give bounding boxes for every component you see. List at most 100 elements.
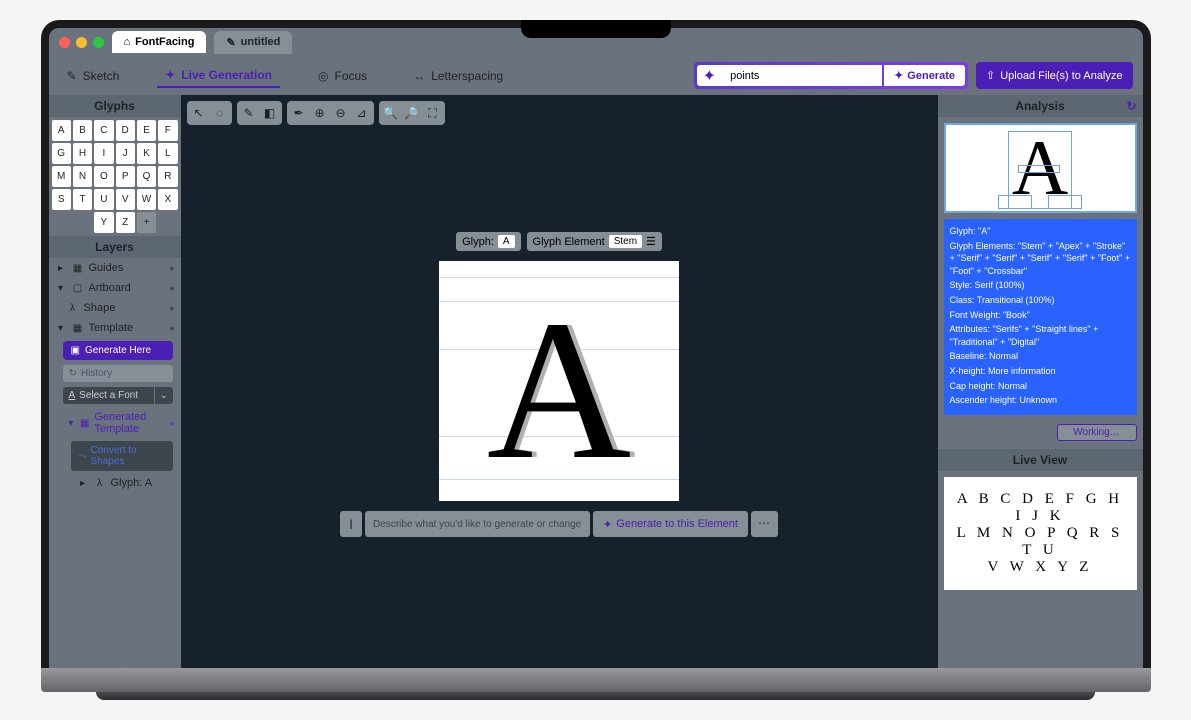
glyph-cell-e[interactable]: E <box>137 120 156 141</box>
layer-glyph-a[interactable]: ▸ λ Glyph: A <box>49 473 181 493</box>
chevron-down-icon: ▾ <box>55 283 67 294</box>
font-select-dropdown[interactable]: ⌄ <box>155 387 173 404</box>
visibility-icon[interactable]: ● <box>169 303 174 313</box>
layers-panel-header: Layers <box>49 236 181 258</box>
tool-eraser[interactable]: ◧ <box>260 103 280 123</box>
generate-input[interactable] <box>722 66 882 86</box>
generate-here-button[interactable]: ▣ Generate Here <box>63 341 173 360</box>
mode-letterspacing[interactable]: ↔ Letterspacing <box>405 65 511 87</box>
layer-generated-template[interactable]: ▾ ▦ Generated Template ● <box>49 407 181 439</box>
shape-icon: λ <box>67 303 79 314</box>
tab-document[interactable]: ✎ untitled <box>214 31 292 54</box>
glyph-cell-n[interactable]: N <box>73 166 92 187</box>
upload-button[interactable]: ⇧ Upload File(s) to Analyze <box>976 62 1133 89</box>
artboard-icon: ▢ <box>72 283 84 294</box>
visibility-icon[interactable]: ● <box>169 263 174 273</box>
mode-sketch-label: Sketch <box>83 69 120 83</box>
history-icon[interactable]: ↻ <box>1126 99 1136 113</box>
generate-icon: ▣ <box>71 345 80 356</box>
glyph-cell-z[interactable]: Z <box>116 212 135 233</box>
glyph-cell-i[interactable]: I <box>94 143 113 164</box>
tool-remove-point[interactable]: ⊖ <box>331 103 351 123</box>
glyph-cell-m[interactable]: M <box>52 166 71 187</box>
element-chip[interactable]: Glyph Element Stem ☰ <box>527 232 662 251</box>
glyph-chip-label: Glyph: <box>462 236 494 248</box>
tool-zoom-out[interactable]: 🔎 <box>402 103 422 123</box>
history-button[interactable]: ↻ History <box>63 365 173 382</box>
glyph-cell-y[interactable]: Y <box>94 212 113 233</box>
glyph-cell-g[interactable]: G <box>52 143 71 164</box>
menu-icon[interactable]: ☰ <box>646 235 656 248</box>
mode-sketch[interactable]: ✎ Sketch <box>59 65 128 87</box>
tool-pen[interactable]: ✒ <box>289 103 309 123</box>
close-window-button[interactable] <box>59 37 70 48</box>
prompt-input[interactable] <box>365 511 590 537</box>
mode-live-generation[interactable]: ✦ Live Generation <box>157 64 280 88</box>
glyph-cell-d[interactable]: D <box>116 120 135 141</box>
tool-marquee[interactable]: ◌ <box>210 103 230 123</box>
glyph-cell-k[interactable]: K <box>137 143 156 164</box>
artboard-canvas[interactable]: A A <box>439 261 679 501</box>
window-controls[interactable] <box>59 37 104 48</box>
glyph-cell-o[interactable]: O <box>94 166 113 187</box>
template-icon: ▦ <box>72 323 84 334</box>
generate-here-label: Generate Here <box>85 345 151 356</box>
add-glyph-button[interactable]: + <box>137 212 156 233</box>
glyph-chip-value: A <box>498 235 515 248</box>
tool-pencil[interactable]: ✎ <box>239 103 259 123</box>
chevron-right-icon: ▸ <box>55 263 67 274</box>
analysis-line: Glyph: "A" <box>950 225 1131 238</box>
font-select[interactable]: A Select a Font <box>63 387 154 404</box>
generate-button[interactable]: ✦ Generate <box>884 65 965 86</box>
convert-to-shapes-button[interactable]: ⤳ Convert to Shapes <box>71 441 173 471</box>
analysis-line: Class: Transitional (100%) <box>950 294 1131 307</box>
mode-focus-label: Focus <box>335 69 368 83</box>
minimize-window-button[interactable] <box>76 37 87 48</box>
glyph-cell-h[interactable]: H <box>73 143 92 164</box>
visibility-icon[interactable]: ● <box>169 323 174 333</box>
layer-label: Shape <box>84 302 116 314</box>
tool-select[interactable]: ↖ <box>189 103 209 123</box>
layer-artboard[interactable]: ▾ ▢ Artboard ● <box>49 278 181 298</box>
analysis-details: Glyph: "A" Glyph Elements: "Stem" + "Ape… <box>944 219 1137 415</box>
glyph-cell-x[interactable]: X <box>158 189 177 210</box>
text-cursor-icon: I <box>340 511 362 537</box>
glyph-cell-u[interactable]: U <box>94 189 113 210</box>
glyph-cell-l[interactable]: L <box>158 143 177 164</box>
layer-template[interactable]: ▾ ▦ Template ● <box>49 318 181 338</box>
glyph-cell-t[interactable]: T <box>73 189 92 210</box>
tab-home[interactable]: ⌂ FontFacing <box>112 31 207 53</box>
layer-shape[interactable]: λ Shape ● <box>49 298 181 318</box>
glyph-cell-f[interactable]: F <box>158 120 177 141</box>
glyph-cell-c[interactable]: C <box>94 120 113 141</box>
glyph-cell-b[interactable]: B <box>73 120 92 141</box>
generate-to-element-button[interactable]: ✦ Generate to this Element <box>593 511 748 537</box>
visibility-icon[interactable]: ● <box>169 418 174 428</box>
tool-fit[interactable]: ⛶ <box>423 103 443 123</box>
maximize-window-button[interactable] <box>93 37 104 48</box>
glyph-cell-s[interactable]: S <box>52 189 71 210</box>
upload-icon: ⇧ <box>986 69 995 82</box>
more-options-button[interactable]: ⋯ <box>751 511 778 537</box>
generate-button-label: Generate <box>907 70 955 82</box>
glyph-cell-w[interactable]: W <box>137 189 156 210</box>
sparkle-icon: ✦ <box>894 69 903 82</box>
glyph-cell-r[interactable]: R <box>158 166 177 187</box>
shape-icon: λ <box>94 478 106 489</box>
sparkle-icon: ✦ <box>603 518 612 531</box>
analysis-thumbnail[interactable]: A <box>944 123 1137 213</box>
glyph-cell-a[interactable]: A <box>52 120 71 141</box>
tool-add-point[interactable]: ⊕ <box>310 103 330 123</box>
tool-zoom-in[interactable]: 🔍 <box>381 103 401 123</box>
mode-focus[interactable]: ◎ Focus <box>310 65 375 87</box>
layer-guides[interactable]: ▸ ▦ Guides ● <box>49 258 181 278</box>
glyph-cell-q[interactable]: Q <box>137 166 156 187</box>
glyph-cell-v[interactable]: V <box>116 189 135 210</box>
tool-convert-point[interactable]: ⊿ <box>352 103 372 123</box>
visibility-icon[interactable]: ● <box>169 283 174 293</box>
grid-icon: ▦ <box>72 263 84 274</box>
pencil-icon: ✎ <box>226 36 235 49</box>
glyph-cell-j[interactable]: J <box>116 143 135 164</box>
glyph-cell-p[interactable]: P <box>116 166 135 187</box>
generate-search-wrap: ✦ ✦ Generate <box>694 62 968 89</box>
